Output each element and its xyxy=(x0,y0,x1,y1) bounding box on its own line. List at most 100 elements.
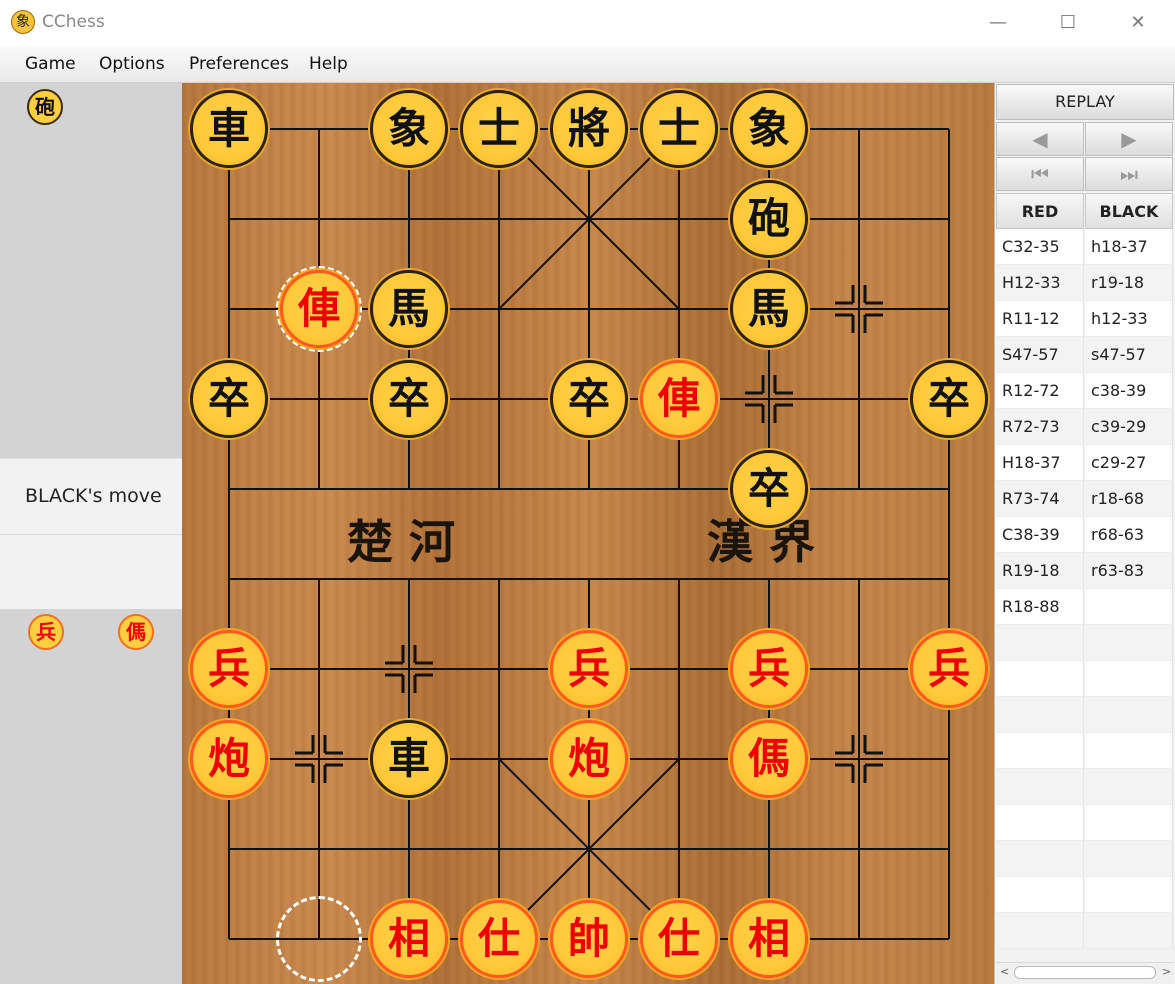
black-piece[interactable]: 砲 xyxy=(730,180,808,258)
move-cell-red[interactable] xyxy=(996,697,1084,733)
move-cell-black[interactable] xyxy=(1085,769,1173,805)
black-piece[interactable]: 將 xyxy=(550,90,628,168)
move-cell-red[interactable] xyxy=(996,877,1084,913)
move-history-panel: REPLAY ◀ ▶ ⏮ ⏭ RED BLACK C32-35 h18-37 H12… xyxy=(994,83,1175,984)
window-title: CChess xyxy=(42,12,105,32)
red-piece[interactable]: 炮 xyxy=(550,720,628,798)
move-cell-red[interactable]: R72-73 xyxy=(996,409,1084,445)
move-cell-black[interactable]: s47-57 xyxy=(1085,337,1173,373)
xiangqi-board[interactable]: 楚 河 漢 界 車象士將士象砲俥馬馬卒卒卒俥卒卒兵兵兵兵炮車炮傌相仕帥仕相 xyxy=(182,83,994,984)
move-cell-red[interactable]: C32-35 xyxy=(996,229,1084,265)
move-cell-red[interactable]: R12-72 xyxy=(996,373,1084,409)
black-piece[interactable]: 卒 xyxy=(910,360,988,438)
black-piece[interactable]: 象 xyxy=(370,90,448,168)
scroll-right-icon[interactable]: > xyxy=(1162,965,1171,978)
red-piece[interactable]: 俥 xyxy=(640,360,718,438)
move-cell-red[interactable]: S47-57 xyxy=(996,337,1084,373)
black-piece[interactable]: 卒 xyxy=(550,360,628,438)
red-piece[interactable]: 仕 xyxy=(640,900,718,978)
move-cell-red[interactable] xyxy=(996,625,1084,661)
move-cell-red[interactable] xyxy=(996,805,1084,841)
move-cell-black[interactable]: r63-83 xyxy=(1085,553,1173,589)
red-piece[interactable]: 兵 xyxy=(730,630,808,708)
move-cell-red[interactable] xyxy=(996,913,1084,949)
black-piece[interactable]: 象 xyxy=(730,90,808,168)
move-cell-black[interactable]: r18-68 xyxy=(1085,481,1173,517)
menu-game[interactable]: Game xyxy=(25,54,76,74)
menu-options[interactable]: Options xyxy=(99,54,165,74)
move-cell-red[interactable] xyxy=(996,769,1084,805)
status-box: BLACK's move xyxy=(0,458,182,534)
move-cell-red[interactable]: R19-18 xyxy=(996,553,1084,589)
move-cell-red[interactable] xyxy=(996,841,1084,877)
black-piece[interactable]: 馬 xyxy=(370,270,448,348)
move-cell-red[interactable]: R73-74 xyxy=(996,481,1084,517)
horizontal-scrollbar[interactable]: < > xyxy=(996,962,1174,983)
move-cell-black[interactable]: h12-33 xyxy=(1085,301,1173,337)
move-cell-red[interactable] xyxy=(996,661,1084,697)
captured-red-soldier: 兵 xyxy=(28,614,64,650)
move-cell-black[interactable] xyxy=(1085,877,1173,913)
move-cell-red[interactable]: H12-33 xyxy=(996,265,1084,301)
red-piece[interactable]: 相 xyxy=(730,900,808,978)
move-cell-red[interactable] xyxy=(996,733,1084,769)
menu-bar: Game Options Preferences Help xyxy=(0,46,1175,83)
board-grid xyxy=(228,128,950,940)
black-piece[interactable]: 車 xyxy=(370,720,448,798)
red-piece[interactable]: 帥 xyxy=(550,900,628,978)
black-piece[interactable]: 士 xyxy=(640,90,718,168)
menu-help[interactable]: Help xyxy=(309,54,348,74)
move-cell-black[interactable] xyxy=(1085,661,1173,697)
red-piece[interactable]: 兵 xyxy=(190,630,268,708)
red-piece[interactable]: 炮 xyxy=(190,720,268,798)
move-cell-black[interactable]: r19-18 xyxy=(1085,265,1173,301)
red-piece[interactable]: 兵 xyxy=(910,630,988,708)
red-piece[interactable]: 相 xyxy=(370,900,448,978)
river-text-left: 楚 河 xyxy=(347,515,456,569)
move-cell-black[interactable] xyxy=(1085,625,1173,661)
move-cell-red[interactable]: C38-39 xyxy=(996,517,1084,553)
black-piece[interactable]: 卒 xyxy=(370,360,448,438)
maximize-button[interactable]: ☐ xyxy=(1048,8,1088,38)
move-cell-black[interactable]: c29-27 xyxy=(1085,445,1173,481)
menu-preferences[interactable]: Preferences xyxy=(189,54,289,74)
move-cell-black[interactable]: c38-39 xyxy=(1085,373,1173,409)
black-piece[interactable]: 馬 xyxy=(730,270,808,348)
move-cell-black[interactable]: h18-37 xyxy=(1085,229,1173,265)
turn-status: BLACK's move xyxy=(25,485,162,507)
last-move-button[interactable]: ⏭ xyxy=(1085,157,1173,191)
black-piece[interactable]: 車 xyxy=(190,90,268,168)
scroll-left-icon[interactable]: < xyxy=(1000,965,1009,978)
scrollbar-thumb[interactable] xyxy=(1014,966,1156,979)
column-header-red[interactable]: RED xyxy=(996,193,1084,229)
red-piece[interactable]: 兵 xyxy=(550,630,628,708)
move-cell-red[interactable]: R11-12 xyxy=(996,301,1084,337)
first-move-button[interactable]: ⏮ xyxy=(996,157,1084,191)
prev-move-button[interactable]: ◀ xyxy=(996,122,1084,156)
black-piece[interactable]: 卒 xyxy=(190,360,268,438)
replay-button[interactable]: REPLAY xyxy=(996,84,1174,120)
red-piece[interactable]: 傌 xyxy=(730,720,808,798)
next-move-button[interactable]: ▶ xyxy=(1085,122,1173,156)
move-cell-red[interactable]: R18-88 xyxy=(996,589,1084,625)
move-cell-black[interactable] xyxy=(1085,589,1173,625)
move-cell-black[interactable] xyxy=(1085,841,1173,877)
move-cell-black[interactable] xyxy=(1085,697,1173,733)
minimize-button[interactable]: — xyxy=(978,8,1018,38)
move-cell-black[interactable] xyxy=(1085,733,1173,769)
captured-red-horse: 傌 xyxy=(118,614,154,650)
move-cell-black[interactable]: r68-63 xyxy=(1085,517,1173,553)
move-cell-black[interactable] xyxy=(1085,805,1173,841)
red-piece[interactable]: 仕 xyxy=(460,900,538,978)
black-piece[interactable]: 卒 xyxy=(730,450,808,528)
last-move-origin-marker xyxy=(276,896,362,982)
column-header-black[interactable]: BLACK xyxy=(1085,193,1173,229)
app-chess-icon: 象 xyxy=(11,10,35,34)
move-cell-red[interactable]: H18-37 xyxy=(996,445,1084,481)
move-cell-black[interactable]: c39-29 xyxy=(1085,409,1173,445)
move-cell-black[interactable] xyxy=(1085,913,1173,949)
black-piece[interactable]: 士 xyxy=(460,90,538,168)
close-button[interactable]: ✕ xyxy=(1118,8,1158,38)
red-piece[interactable]: 俥 xyxy=(280,270,358,348)
captured-panel: 砲 BLACK's move 兵 傌 xyxy=(0,83,182,984)
